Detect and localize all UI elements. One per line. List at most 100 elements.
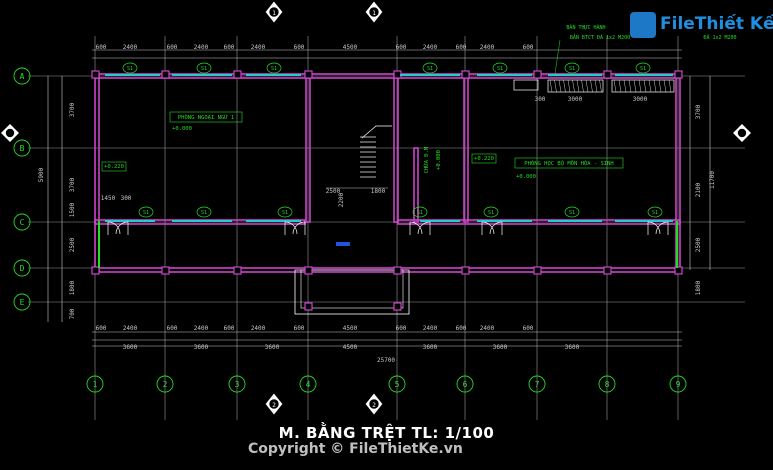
note-leader [554, 39, 561, 75]
dimension-text: 600 [396, 325, 407, 332]
dimension-text: 300 [535, 96, 546, 103]
lab-bench-hatch [658, 79, 662, 93]
grid-axis-label: 3 [235, 380, 240, 389]
grid-axis-label: 4 [306, 380, 311, 389]
column [533, 70, 542, 79]
grid-axis-label: 2 [163, 380, 168, 389]
section-marker-circle [737, 128, 747, 138]
window-tag-text: S1 [127, 66, 133, 72]
section-marker-label: 1 [272, 10, 276, 17]
dimension-text: 3600 [423, 344, 438, 351]
column [393, 302, 402, 311]
grid-axis-label: 6 [463, 380, 468, 389]
dimension-text: 4500 [343, 44, 358, 51]
section-marker-circle [5, 128, 15, 138]
section-marker-label: 2 [372, 402, 376, 409]
dimension-text: 600 [167, 44, 178, 51]
dimension-text: 1450 [101, 195, 116, 202]
dimension-text: 2500 [695, 237, 702, 252]
column [674, 266, 683, 275]
dimension-total-text: 25700 [377, 357, 395, 364]
dimension-text: 1800 [371, 188, 386, 195]
dimension-text: 2400 [194, 325, 209, 332]
column [533, 266, 542, 275]
logo-text: FileThiết Kế.vn [660, 14, 773, 34]
dimension-text: 2100 [695, 182, 702, 197]
copyright-watermark: Copyright © FileThietKe.vn [248, 441, 463, 457]
dimension-text: 600 [294, 325, 305, 332]
window-tag-text: S1 [201, 66, 207, 72]
room-label-foreign-language: PHÒNG NGOẠI NGỮ 1 [178, 114, 234, 121]
column [603, 266, 612, 275]
dimension-text: 600 [396, 44, 407, 51]
room-label-warehouse: CHỨA Đ.M [423, 146, 430, 173]
column [233, 266, 242, 275]
dimension-text: 4500 [343, 325, 358, 332]
dimension-text: 3700 [69, 177, 76, 192]
column [161, 266, 170, 275]
dimension-text: 4500 [343, 344, 358, 351]
stair-arrow [361, 125, 392, 139]
column [603, 70, 612, 79]
dimension-text: 3600 [493, 344, 508, 351]
dimension-text: 300 [121, 195, 132, 202]
lab-bench-hatch [668, 79, 672, 93]
column [461, 70, 470, 79]
column [161, 70, 170, 79]
dimension-text: 2400 [123, 44, 138, 51]
dimension-text: 600 [294, 44, 305, 51]
window-tag-text: S1 [427, 66, 433, 72]
column [304, 302, 313, 311]
dimension-text: 1800 [695, 280, 702, 295]
lab-bench-hatch [599, 79, 602, 93]
dimension-text: 600 [456, 44, 467, 51]
lab-bench-hatch [594, 79, 598, 93]
grid-axis-label: C [20, 218, 25, 227]
dimension-text: 3700 [695, 104, 702, 119]
dimension-text: 2400 [251, 44, 266, 51]
dimension-text: 2500 [69, 237, 76, 252]
note-text: BẢN BTCT ĐÁ 1x2 M200 [570, 33, 630, 41]
lab-bench-hatch [663, 79, 667, 93]
level-tag: +0.220 [104, 164, 124, 170]
window-tag-text: S1 [201, 210, 207, 216]
column [91, 266, 100, 275]
lab-bench-hatch [648, 79, 652, 93]
lab-bench-hatch [618, 79, 622, 93]
grid-axis-label: 9 [676, 380, 681, 389]
logo-icon [630, 12, 656, 38]
grid-axis-label: D [20, 264, 25, 273]
dimension-text: 3600 [265, 344, 280, 351]
room-level-text: +0.000 [516, 174, 536, 180]
grid-axis-label: E [20, 298, 25, 307]
lab-bench-hatch [581, 79, 584, 93]
dimension-text: 600 [224, 44, 235, 51]
section-marker-label: 1 [372, 10, 376, 17]
dimension-text: 1500 [69, 202, 76, 217]
level-tag: +0.220 [474, 156, 494, 162]
window-tag-text: S1 [497, 66, 503, 72]
room-level-text: +0.000 [436, 150, 442, 170]
grid-axis-label: 7 [535, 380, 540, 389]
lab-bench-hatch [576, 79, 580, 93]
lab-bench-hatch [563, 79, 566, 93]
column [461, 266, 470, 275]
dimension-text: 3700 [69, 102, 76, 117]
floor-plan-svg: 600 2400 600 2400 600 2400 600 4500 600 2400 600 24… [1, 1, 751, 420]
dimension-text: 700 [69, 308, 76, 319]
room-level-text: +0.000 [172, 126, 192, 132]
window-tag-text: S1 [271, 66, 277, 72]
grid-axis-label: 1 [93, 380, 98, 389]
lab-bench-hatch [590, 79, 593, 93]
window-tag-text: S1 [282, 210, 288, 216]
drawing-title: M. BẰNG TRỆT TL: 1/100 [278, 424, 495, 442]
column [393, 266, 402, 275]
dimension-text: 2200 [338, 192, 345, 207]
lab-bench-hatch [643, 79, 647, 93]
dimension-text: 2400 [194, 44, 209, 51]
dimension-text: 2400 [423, 44, 438, 51]
lab-bench-hatch [558, 79, 562, 93]
dimension-text: 3000 [568, 96, 583, 103]
dimension-text: 600 [167, 325, 178, 332]
dimension-text: 3600 [565, 344, 580, 351]
